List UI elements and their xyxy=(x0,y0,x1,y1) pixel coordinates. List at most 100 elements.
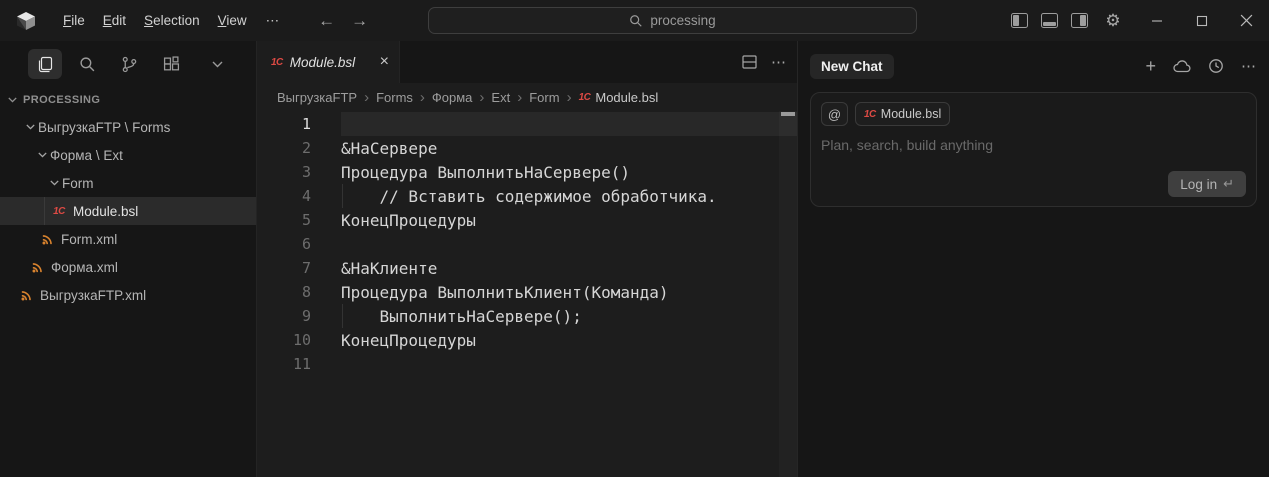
breadcrumb-item[interactable]: Форма xyxy=(432,90,473,105)
toggle-primary-sidebar-button[interactable] xyxy=(1004,6,1034,36)
explorer-section-header[interactable]: PROCESSING xyxy=(0,87,256,113)
line-number: 1 xyxy=(301,115,311,133)
breadcrumb-separator: › xyxy=(479,88,485,106)
breadcrumb-separator: › xyxy=(517,88,523,106)
breadcrumb-item-current[interactable]: 1С Module.bsl xyxy=(579,90,659,105)
tree-folder-form[interactable]: Form xyxy=(0,169,256,197)
navigate-forward-button[interactable]: → xyxy=(351,11,368,31)
breadcrumb: ВыгрузкаFTP › Forms › Форма › Ext › Form… xyxy=(257,83,797,111)
tree-folder-vygruzkaftp-forms[interactable]: ВыгрузкаFTP \ Forms xyxy=(0,113,256,141)
tree-file-form-xml[interactable]: Form.xml xyxy=(0,225,256,253)
tree-item-label: Form xyxy=(62,175,94,191)
chat-tab-new-chat[interactable]: New Chat xyxy=(810,53,894,79)
cloud-button[interactable] xyxy=(1173,59,1191,73)
history-button[interactable] xyxy=(1208,58,1224,74)
line-text: Процедура ВыполнитьКлиент(Команда) xyxy=(341,282,669,302)
maximize-button[interactable] xyxy=(1179,0,1224,41)
tab-label: Module.bsl xyxy=(289,54,356,70)
extensions-icon xyxy=(163,55,179,70)
context-chip-label: Module.bsl xyxy=(880,107,942,121)
editor-group: 1С Module.bsl × ⋯ ВыгрузкаFTP › Forms › … xyxy=(256,41,797,477)
code-line[interactable]: 3 Процедура ВыполнитьНаСервере() xyxy=(257,160,797,184)
line-number: 5 xyxy=(301,211,311,229)
tab-close-button[interactable]: × xyxy=(380,54,389,70)
code-line[interactable]: 1 xyxy=(257,112,797,136)
line-text: // Вставить содержимое обработчика. xyxy=(341,186,717,206)
files-icon xyxy=(38,56,52,72)
menu-selection[interactable]: Selection xyxy=(135,9,209,33)
code-line[interactable]: 10 КонецПроцедуры xyxy=(257,328,797,352)
bsl-1c-file-icon: 1С xyxy=(864,108,876,120)
search-view-button[interactable] xyxy=(70,49,104,79)
close-window-button[interactable] xyxy=(1224,0,1269,41)
context-chip-module-bsl[interactable]: 1С Module.bsl xyxy=(855,102,951,126)
menu-edit[interactable]: Edit xyxy=(94,9,135,33)
chat-input-placeholder[interactable]: Plan, search, build anything xyxy=(821,137,1246,153)
toggle-secondary-sidebar-button[interactable] xyxy=(1064,6,1094,36)
new-chat-button[interactable]: + xyxy=(1145,57,1156,75)
chat-more-actions-button[interactable]: ⋯ xyxy=(1241,57,1257,75)
tree-item-label: Module.bsl xyxy=(73,203,139,219)
code-line[interactable]: 7 &НаКлиенте xyxy=(257,256,797,280)
bsl-1c-file-icon: 1С xyxy=(578,91,591,103)
xml-file-icon xyxy=(38,233,56,246)
editor-more-actions-button[interactable]: ⋯ xyxy=(771,53,787,71)
line-number: 7 xyxy=(301,259,311,277)
code-line[interactable]: 11 xyxy=(257,352,797,376)
command-search-input[interactable]: processing xyxy=(428,7,917,34)
source-control-view-button[interactable] xyxy=(112,49,146,79)
breadcrumb-separator: › xyxy=(419,88,425,106)
tree-item-label: ВыгрузкаFTP.xml xyxy=(40,287,147,303)
breadcrumb-separator: › xyxy=(566,88,572,106)
explorer-view-button[interactable] xyxy=(28,49,62,79)
tab-module-bsl[interactable]: 1С Module.bsl × xyxy=(257,41,400,83)
code-line[interactable]: 6 xyxy=(257,232,797,256)
explorer-sidebar: PROCESSING ВыгрузкаFTP \ Forms Форма \ E… xyxy=(0,41,256,477)
code-line[interactable]: 2 &НаСервере xyxy=(257,136,797,160)
settings-gear-button[interactable]: ⚙ xyxy=(1098,6,1128,36)
menu-more-button[interactable]: ⋯ xyxy=(256,9,291,33)
extensions-view-button[interactable] xyxy=(154,49,188,79)
code-editor[interactable]: 1 2 &НаСервере 3 Процедура ВыполнитьНаСерв… xyxy=(257,111,797,477)
code-line[interactable]: 9 ВыполнитьНаСервере(); xyxy=(257,304,797,328)
tree-item-label: ВыгрузкаFTP \ Forms xyxy=(38,119,171,135)
tree-item-label: Form.xml xyxy=(61,231,118,247)
enter-key-icon: ↵ xyxy=(1223,176,1234,191)
editor-scrollbar[interactable] xyxy=(779,111,797,477)
breadcrumb-item[interactable]: Ext xyxy=(491,90,510,105)
tab-bar: 1С Module.bsl × ⋯ xyxy=(257,41,797,83)
login-button[interactable]: Log in ↵ xyxy=(1168,171,1246,197)
cloud-icon xyxy=(1173,59,1191,72)
source-control-branch-icon xyxy=(122,56,136,72)
code-line[interactable]: 4 // Вставить содержимое обработчика. xyxy=(257,184,797,208)
more-views-chevron-button[interactable] xyxy=(200,49,234,79)
split-editor-icon xyxy=(742,55,757,69)
tree-folder-forma-ext[interactable]: Форма \ Ext xyxy=(0,141,256,169)
menu-file[interactable]: File xyxy=(54,9,94,33)
breadcrumb-item[interactable]: ВыгрузкаFTP xyxy=(277,90,357,105)
breadcrumb-item[interactable]: Forms xyxy=(376,90,413,105)
split-editor-button[interactable] xyxy=(742,55,757,69)
overview-cursor-marker xyxy=(781,112,795,116)
minimize-button[interactable] xyxy=(1134,0,1179,41)
toggle-panel-button[interactable] xyxy=(1034,6,1064,36)
search-icon xyxy=(79,56,94,71)
tree-file-forma-xml[interactable]: Форма.xml xyxy=(0,253,256,281)
navigate-back-button[interactable]: ← xyxy=(318,11,335,31)
breadcrumb-item[interactable]: Form xyxy=(529,90,559,105)
line-text: КонецПроцедуры xyxy=(341,330,476,350)
menu-view[interactable]: View xyxy=(209,9,256,33)
tree-file-vygruzkaftp-xml[interactable]: ВыгрузкаFTP.xml xyxy=(0,281,256,309)
line-number: 10 xyxy=(292,331,311,349)
tree-item-label: Форма \ Ext xyxy=(50,147,123,163)
line-number: 2 xyxy=(301,139,311,157)
chat-input-card[interactable]: @ 1С Module.bsl Plan, search, build anyt… xyxy=(810,92,1257,207)
line-number: 11 xyxy=(292,355,311,373)
line-number: 9 xyxy=(301,307,311,325)
add-context-button[interactable]: @ xyxy=(821,102,848,126)
line-text: ВыполнитьНаСервере(); xyxy=(341,306,582,326)
code-line[interactable]: 8 Процедура ВыполнитьКлиент(Команда) xyxy=(257,280,797,304)
code-line[interactable]: 5 КонецПроцедуры xyxy=(257,208,797,232)
tree-file-module-bsl[interactable]: 1С Module.bsl xyxy=(0,197,256,225)
file-tree: ВыгрузкаFTP \ Forms Форма \ Ext Form 1С … xyxy=(0,113,256,309)
